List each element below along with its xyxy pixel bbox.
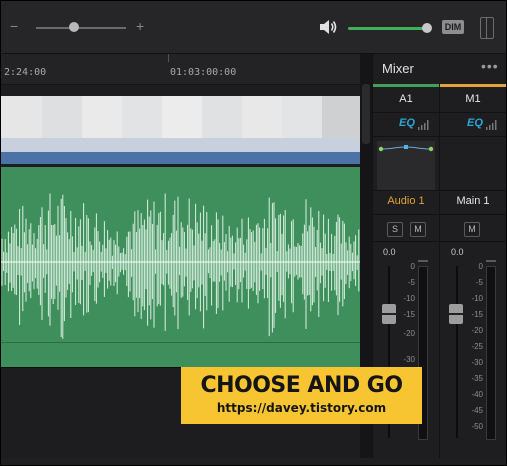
window-frame <box>0 0 507 466</box>
resolve-fairlight-window: − + DIM 2:24:00 01:03:00:00 Mixer ••• A1… <box>0 0 507 466</box>
